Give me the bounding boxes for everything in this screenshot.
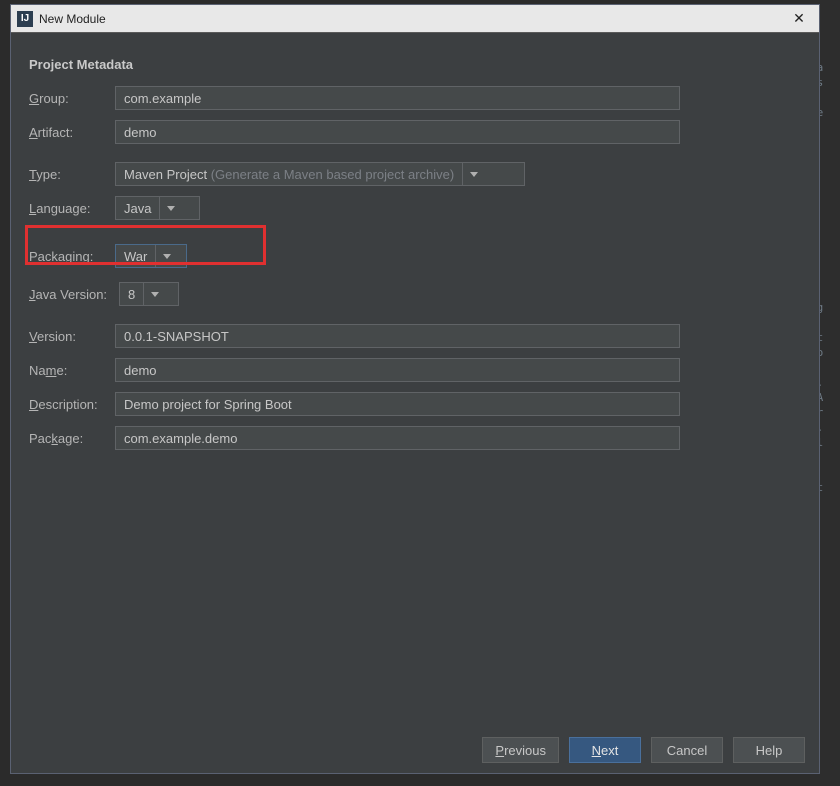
label-type: Type: xyxy=(29,167,115,182)
description-input[interactable] xyxy=(115,392,680,416)
chevron-down-icon xyxy=(167,206,175,211)
row-package: Package: xyxy=(29,426,801,450)
row-type: Type: Maven Project (Generate a Maven ba… xyxy=(29,162,801,186)
java-version-value: 8 xyxy=(128,287,143,302)
next-button[interactable]: Next xyxy=(569,737,641,763)
titlebar: IJ New Module ✕ xyxy=(11,5,819,33)
footer: Previous Next Cancel Help xyxy=(11,727,819,773)
language-value: Java xyxy=(124,201,159,216)
label-packaging: Packaging: xyxy=(29,249,115,264)
label-description: Description: xyxy=(29,397,115,412)
row-version: Version: xyxy=(29,324,801,348)
app-icon: IJ xyxy=(17,11,33,27)
java-version-select-chevron[interactable] xyxy=(143,283,165,305)
label-name: Name: xyxy=(29,363,115,378)
row-description: Description: xyxy=(29,392,801,416)
help-button[interactable]: Help xyxy=(733,737,805,763)
close-icon[interactable]: ✕ xyxy=(785,7,813,31)
window-title: New Module xyxy=(39,12,106,26)
section-title: Project Metadata xyxy=(29,57,801,72)
language-select[interactable]: Java xyxy=(115,196,200,220)
java-version-select[interactable]: 8 xyxy=(119,282,179,306)
label-language: Language: xyxy=(29,201,115,216)
label-artifact: Artifact: xyxy=(29,125,115,140)
label-java-version: Java Version: xyxy=(29,287,119,302)
packaging-select[interactable]: War xyxy=(115,244,187,268)
row-language: Language: Java xyxy=(29,196,801,220)
chevron-down-icon xyxy=(151,292,159,297)
label-group: Group: xyxy=(29,91,115,106)
group-input[interactable] xyxy=(115,86,680,110)
artifact-input[interactable] xyxy=(115,120,680,144)
type-select-chevron[interactable] xyxy=(462,163,484,185)
new-module-dialog: IJ New Module ✕ Project Metadata Group: … xyxy=(10,4,820,774)
row-artifact: Artifact: xyxy=(29,120,801,144)
chevron-down-icon xyxy=(163,254,171,259)
label-package: Package: xyxy=(29,431,115,446)
chevron-down-icon xyxy=(470,172,478,177)
packaging-value: War xyxy=(124,249,155,264)
language-select-chevron[interactable] xyxy=(159,197,181,219)
row-name: Name: xyxy=(29,358,801,382)
label-version: Version: xyxy=(29,329,115,344)
type-value: Maven Project xyxy=(124,167,207,182)
previous-button[interactable]: Previous xyxy=(482,737,559,763)
package-input[interactable] xyxy=(115,426,680,450)
row-group: Group: xyxy=(29,86,801,110)
row-packaging: Packaging: War xyxy=(29,244,801,268)
type-hint: (Generate a Maven based project archive) xyxy=(211,167,455,182)
content-area: Project Metadata Group: Artifact: Type: … xyxy=(11,33,819,727)
packaging-select-chevron[interactable] xyxy=(155,245,177,267)
cancel-button[interactable]: Cancel xyxy=(651,737,723,763)
type-select[interactable]: Maven Project (Generate a Maven based pr… xyxy=(115,162,525,186)
row-java-version: Java Version: 8 xyxy=(29,282,801,306)
version-input[interactable] xyxy=(115,324,680,348)
name-input[interactable] xyxy=(115,358,680,382)
